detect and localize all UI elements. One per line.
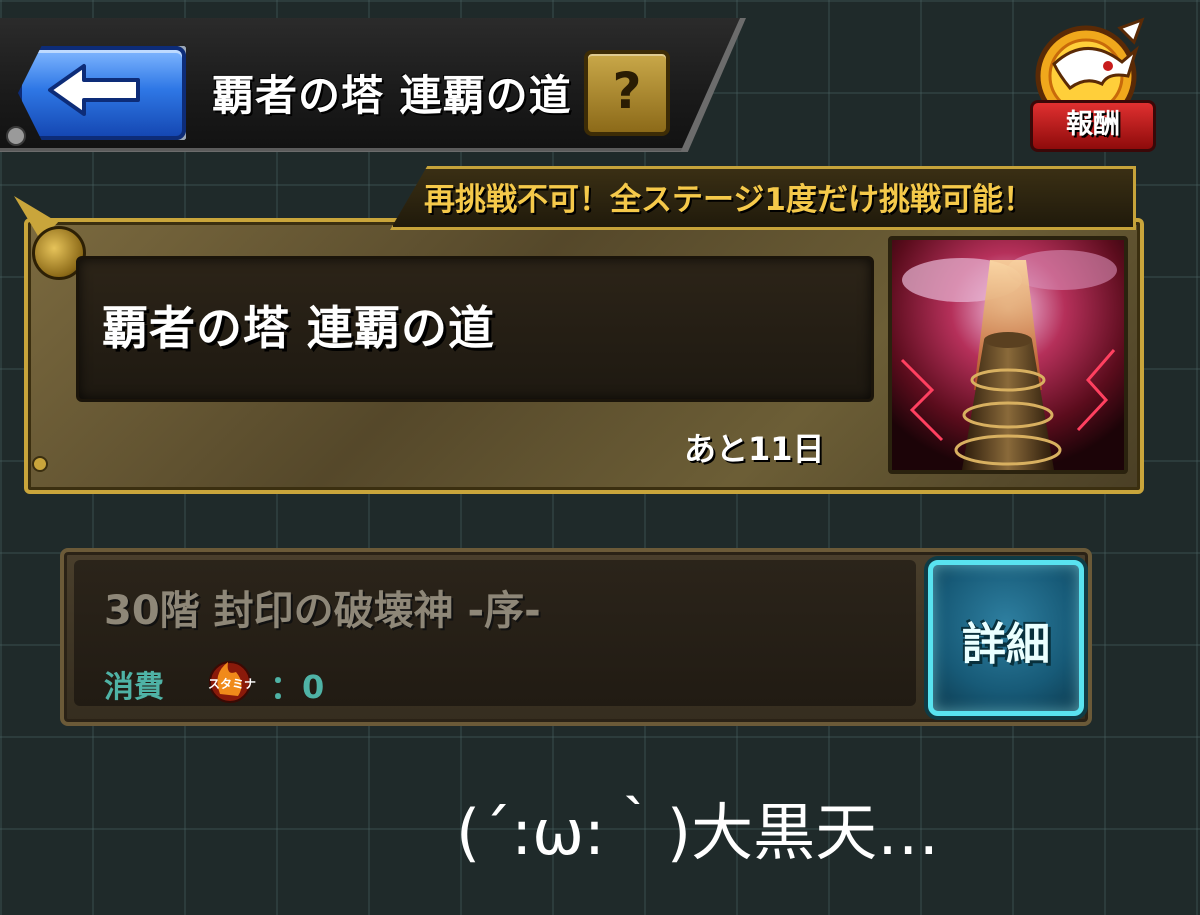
stamina-flame-icon: スタミナ — [208, 661, 256, 703]
caption-text: (´:ω:｀)大黒天… — [456, 796, 940, 869]
stamina-cost-label: 消費 — [104, 670, 164, 705]
help-button[interactable]: ? — [584, 50, 670, 136]
event-image — [888, 236, 1128, 474]
stage-title: 30階 封印の破壊神 -序- — [104, 588, 541, 634]
stamina-cost-value: ：0 — [270, 668, 325, 706]
event-banner-text: 再挑戦不可！全ステージ1度だけ挑戦可能！ — [424, 182, 1034, 218]
event-title: 覇者の塔 連覇の道 — [102, 301, 496, 355]
header-screw — [6, 126, 26, 146]
left-arrow-icon — [48, 64, 140, 116]
event-screw — [32, 456, 48, 472]
page-title: 覇者の塔 連覇の道 — [212, 71, 572, 120]
tower-illustration — [892, 240, 1124, 470]
detail-button-label: 詳細 — [962, 619, 1050, 670]
question-icon: ? — [612, 62, 642, 120]
remaining-days: あと11日 — [684, 430, 825, 468]
stamina-icon-text: スタミナ — [208, 677, 256, 691]
reward-button[interactable]: 報酬 — [1030, 100, 1156, 152]
